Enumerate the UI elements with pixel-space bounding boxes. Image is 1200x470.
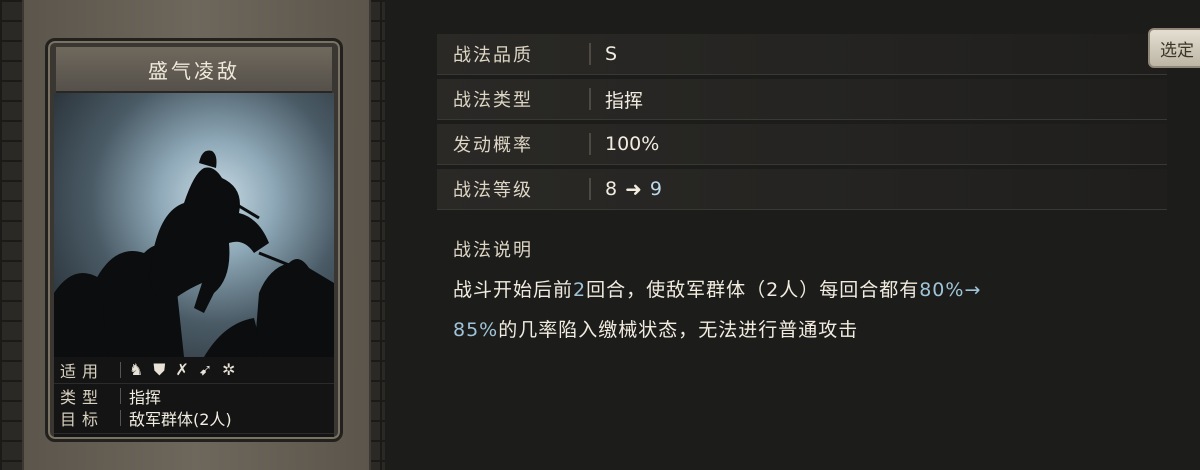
info-key-suitable: 适用 — [60, 362, 105, 381]
level-next: 9 — [649, 178, 662, 200]
info-row-suitable: 适用 ♞ ⛊ ✗ ➹ ✲ — [54, 357, 334, 384]
field-label-level: 战法等级 — [453, 180, 533, 201]
field-row-level: 战法等级 8 ➜ 9 — [437, 169, 1167, 210]
field-label-category: 战法类型 — [453, 90, 533, 111]
desc-arrow: → — [964, 279, 982, 301]
description-text: 战斗开始后前2回合，使敌军群体（2人）每回合都有80%→ 85%的几率陷入缴械状态… — [437, 270, 1173, 350]
field-value-level: 8 ➜ 9 — [605, 177, 662, 201]
field-value-chance: 100% — [605, 133, 660, 155]
spear-icon: ➹ — [198, 360, 213, 379]
card-artwork — [54, 93, 334, 357]
select-button-label: 选定 — [1160, 40, 1194, 61]
description-title: 战法说明 — [453, 240, 533, 261]
desc-pct-from: 80% — [919, 279, 965, 301]
select-button[interactable]: 选定 — [1148, 28, 1200, 68]
desc-rounds: 2 — [573, 279, 587, 301]
cavalry-icon: ♞ — [129, 360, 144, 379]
card-title-bar: 盛气凌敌 — [56, 47, 332, 93]
field-value-category: 指挥 — [605, 89, 644, 112]
field-value-quality: S — [605, 43, 618, 65]
field-row-category: 战法类型 指挥 — [437, 79, 1167, 120]
bow-icon: ✗ — [175, 360, 189, 379]
level-current: 8 — [605, 178, 618, 200]
field-label-quality: 战法品质 — [453, 45, 533, 66]
shield-icon: ⛊ — [153, 360, 166, 379]
field-row-chance: 发动概率 100% — [437, 124, 1167, 165]
card-title: 盛气凌敌 — [148, 58, 240, 83]
arrow-right-icon: ➜ — [625, 177, 642, 201]
desc-part1: 战斗开始后前 — [453, 279, 574, 301]
tactic-card[interactable]: 盛气凌敌 适用 ♞ ⛊ ✗ ➹ ✲ 类型 指挥 — [45, 38, 343, 442]
battle-silhouette-art — [54, 150, 334, 357]
field-row-quality: 战法品质 S — [437, 34, 1167, 75]
info-row-target: 目标 敌军群体(2人) — [54, 405, 334, 431]
field-label-chance: 发动概率 — [453, 135, 533, 156]
desc-part3: 的几率陷入缴械状态，无法进行普通攻击 — [498, 319, 859, 341]
troop-icons: ♞ ⛊ ✗ ➹ ✲ — [129, 360, 236, 380]
siege-icon: ✲ — [222, 360, 236, 379]
tactic-details-panel: 战法品质 S 战法类型 指挥 发动概率 100% 战法等级 8 ➜ 9 战法说明… — [437, 34, 1167, 350]
info-value-target: 敌军群体(2人) — [129, 410, 232, 429]
info-key-target: 目标 — [60, 410, 105, 429]
desc-part2: 回合，使敌军群体（2人）每回合都有 — [586, 279, 920, 301]
desc-pct-to: 85% — [453, 319, 499, 341]
